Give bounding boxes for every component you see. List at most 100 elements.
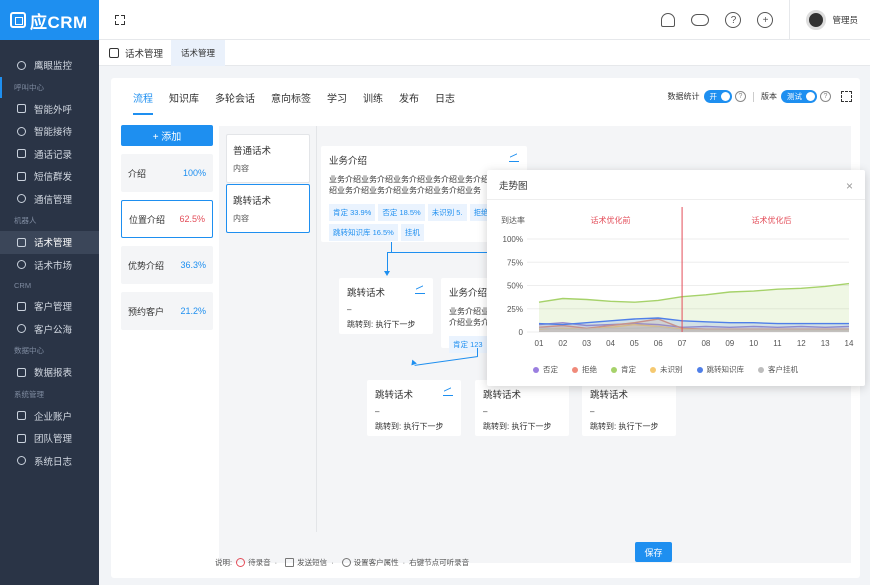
node-item[interactable]: 介绍 100% <box>121 154 213 192</box>
log-icon <box>16 455 27 466</box>
close-icon[interactable]: × <box>846 179 853 193</box>
sidebar-item-label: 短信群发 <box>34 172 73 184</box>
sidebar-item[interactable]: 智能外呼 <box>0 98 99 121</box>
sub-tab[interactable]: 多轮会话 <box>215 90 255 115</box>
sidebar-item-label: 鹰眼监控 <box>34 61 73 73</box>
node-item[interactable]: 预约客户 21.2% <box>121 292 213 330</box>
x-tick-label: 07 <box>678 339 687 348</box>
node-jump: 跳转到: 执行下一步 <box>590 422 659 431</box>
trend-icon[interactable] <box>443 388 453 396</box>
x-tick-label: 14 <box>845 339 854 348</box>
legend-label: 肯定 <box>621 365 636 374</box>
trend-chart: 到达率 100% 75% 50% 25% 0 01 02 03 04 05 06 07 08 09 10 11 1… <box>501 207 854 348</box>
user-attr-icon <box>341 557 351 567</box>
annotation-before: 话术优化前 <box>591 215 631 225</box>
node-item[interactable]: 位置介绍 62.5% <box>121 200 213 238</box>
flow-node-jump[interactable]: 跳转话术 – 跳转到: 执行下一步 <box>367 380 461 436</box>
flow-node-jump[interactable]: 跳转话术 – 跳转到: 执行下一步 <box>582 380 676 436</box>
legend-item[interactable]: 未识别 <box>650 364 683 375</box>
node-dash: – <box>483 407 488 416</box>
sidebar-item[interactable]: 通话记录 <box>0 143 99 166</box>
eye-icon <box>16 60 27 71</box>
sub-tab[interactable]: 学习 <box>327 90 347 115</box>
sidebar-group: 机器人 <box>14 216 37 225</box>
sidebar-item[interactable]: 企业账户 <box>0 405 99 428</box>
node-item[interactable]: 优势介绍 36.3% <box>121 246 213 284</box>
sidebar-item[interactable]: 智能接待 <box>0 120 99 143</box>
page-tab[interactable]: 话术管理 <box>171 39 226 66</box>
flow-node-jump[interactable]: 跳转话术 – 跳转到: 执行下一步 <box>339 278 433 334</box>
bell-icon[interactable] <box>661 13 676 27</box>
sub-tabs: 流程 知识库 多轮会话 意向标签 学习 训练 发布 日志 <box>133 90 471 115</box>
add-icon[interactable]: + <box>757 12 774 28</box>
node-jump: 跳转到: 执行下一步 <box>375 422 444 431</box>
legend-item[interactable]: 客户挂机 <box>758 364 798 375</box>
x-tick-label: 09 <box>725 339 734 348</box>
node-percent: 21.2% <box>180 306 206 316</box>
sidebar-group: 呼叫中心 <box>0 76 99 98</box>
palette-normal-script[interactable]: 普通话术 内容 <box>226 134 310 183</box>
headset-icon <box>16 126 27 137</box>
sidebar-item[interactable]: 数据报表 <box>0 361 99 384</box>
sidebar-item-label: 智能外呼 <box>34 104 73 116</box>
version-toggle[interactable]: 测试 <box>781 90 817 103</box>
brand-logo[interactable]: 应CRM <box>0 0 99 40</box>
sidebar-item[interactable]: 话术市场 <box>0 254 99 277</box>
trend-icon[interactable] <box>415 286 425 294</box>
legend-dot <box>696 366 703 373</box>
sidebar-item[interactable]: 话术管理 <box>0 231 99 254</box>
help-icon[interactable]: ? <box>735 91 746 102</box>
footer-item: 待录音 <box>248 557 271 567</box>
sidebar-item[interactable]: 客户公海 <box>0 318 99 341</box>
footer-item: 发送短信 <box>297 557 328 567</box>
annotation-after: 话术优化后 <box>752 215 792 225</box>
legend-item[interactable]: 否定 <box>533 364 558 375</box>
sub-tab[interactable]: 发布 <box>399 90 419 115</box>
sub-tab[interactable]: 流程 <box>133 90 153 115</box>
footer-label: 说明: <box>215 557 233 567</box>
sidebar-item[interactable]: 系统日志 <box>0 450 99 473</box>
node-title: 跳转话术 <box>590 390 629 401</box>
help-icon[interactable]: ? <box>820 91 831 102</box>
add-button[interactable]: + 添加 <box>121 125 213 146</box>
sidebar-item[interactable]: 鹰眼监控 <box>0 54 99 77</box>
tabs-bar: 话术管理 话术管理 <box>99 39 870 66</box>
sub-tab[interactable]: 日志 <box>435 90 455 115</box>
sms-icon <box>285 557 295 567</box>
legend-item[interactable]: 拒绝 <box>572 364 597 375</box>
sidebar-item[interactable]: 短信群发 <box>0 165 99 188</box>
fullscreen-icon[interactable] <box>841 91 852 102</box>
avatar[interactable] <box>806 10 827 30</box>
sidebar-item[interactable]: 客户管理 <box>0 295 99 318</box>
sub-tab[interactable]: 知识库 <box>169 90 199 115</box>
stats-toggle[interactable]: 开 <box>703 90 732 103</box>
trend-icon[interactable] <box>509 154 519 162</box>
legend-label: 客户挂机 <box>768 365 798 374</box>
script-icon <box>109 47 119 58</box>
sidebar: 应CRM 鹰眼监控呼叫中心智能外呼智能接待 通话记录短信群发通信管理机器人话术管理… <box>0 0 99 585</box>
cloud-download-icon[interactable] <box>691 14 710 26</box>
y-tick-label: 25% <box>507 305 523 314</box>
chart-legend: 否定 拒绝 肯定 未识别 跳转知识库 客户挂机 <box>533 364 798 375</box>
node-title: 跳转话术 <box>375 390 414 401</box>
connector <box>477 348 478 356</box>
flow-node-jump[interactable]: 跳转话术 – 跳转到: 执行下一步 <box>475 380 569 436</box>
sidebar-item[interactable]: 通信管理 <box>0 188 99 211</box>
node-percent: 36.3% <box>180 260 206 270</box>
sidebar-item[interactable]: 团队管理 <box>0 427 99 450</box>
sidebar-group: 数据中心 <box>14 346 44 355</box>
user-name[interactable]: 管理员 <box>832 14 858 26</box>
sub-tab[interactable]: 训练 <box>363 90 383 115</box>
expand-icon[interactable] <box>115 14 125 25</box>
divider <box>789 0 791 40</box>
help-icon[interactable]: ? <box>725 12 742 28</box>
node-tag: 肯定 33.9% <box>329 204 376 221</box>
logo-icon <box>10 12 26 28</box>
save-button[interactable]: 保存 <box>635 542 672 562</box>
palette-sub: 内容 <box>233 214 249 223</box>
x-tick-label: 11 <box>773 339 782 348</box>
legend-item[interactable]: 肯定 <box>611 364 636 375</box>
sub-tab[interactable]: 意向标签 <box>271 90 311 115</box>
palette-jump-script[interactable]: 跳转话术 内容 <box>226 184 310 233</box>
legend-item[interactable]: 跳转知识库 <box>696 364 744 375</box>
